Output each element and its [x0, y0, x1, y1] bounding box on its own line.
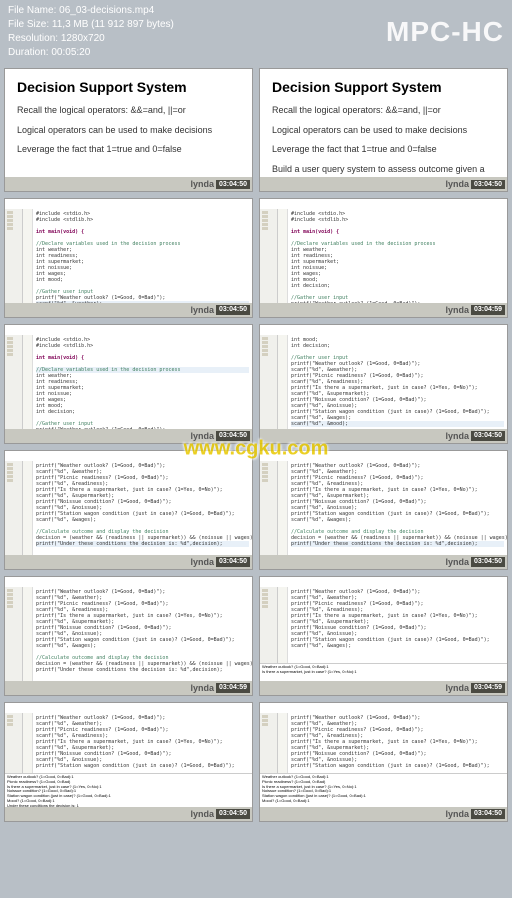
code-area: #include <stdio.h> #include <stdlib.h> i…: [288, 209, 507, 303]
line-gutter: [23, 209, 33, 303]
console-output: Weather outlook? (1=Good, 0=Bad):1 Picni…: [260, 773, 507, 807]
meta-header: File Name: 06_03-decisions.mp4 File Size…: [0, 0, 512, 64]
card-footer: lynda03:04:50: [260, 555, 507, 569]
code-card-1: #include <stdio.h> #include <stdlib.h> i…: [4, 198, 253, 318]
slide-heading: Decision Support System: [272, 79, 495, 95]
slide-text: Recall the logical operators: &&=and, ||…: [17, 105, 240, 117]
card-footer: lynda03:04:59: [5, 681, 252, 695]
card-footer: lynda03:04:50: [5, 303, 252, 317]
slide-text: Logical operators can be used to make de…: [17, 125, 240, 137]
code-area: printf("Weather outlook? (1=Good, 0=Bad)…: [288, 713, 507, 773]
code-area: printf("Weather outlook? (1=Good, 0=Bad)…: [33, 587, 252, 681]
code-card-3: #include <stdio.h> #include <stdlib.h> i…: [4, 324, 253, 444]
code-card-2: #include <stdio.h> #include <stdlib.h> i…: [259, 198, 508, 318]
code-card-7: printf("Weather outlook? (1=Good, 0=Bad)…: [4, 576, 253, 696]
slide-text: Logical operators can be used to make de…: [272, 125, 495, 137]
code-area: printf("Weather outlook? (1=Good, 0=Bad)…: [288, 461, 507, 555]
ide-sidebar: [5, 209, 23, 303]
card-footer: lynda03:04:50: [260, 177, 507, 191]
slide-card-1: Decision Support System Recall the logic…: [4, 68, 253, 192]
file-meta: File Name: 06_03-decisions.mp4 File Size…: [8, 4, 174, 60]
code-card-5: printf("Weather outlook? (1=Good, 0=Bad)…: [4, 450, 253, 570]
app-title: MPC-HC: [386, 16, 504, 48]
code-card-8: printf("Weather outlook? (1=Good, 0=Bad)…: [259, 576, 508, 696]
card-footer: lynda03:04:59: [260, 681, 507, 695]
code-area: #include <stdio.h> #include <stdlib.h> i…: [33, 209, 252, 303]
code-area: printf("Weather outlook? (1=Good, 0=Bad)…: [33, 461, 252, 555]
code-area: printf("Weather outlook? (1=Good, 0=Bad)…: [288, 587, 507, 663]
console-output: Weather outlook? (1=Good, 0=Bad):1 Picni…: [5, 773, 252, 807]
card-footer: lynda03:04:50: [5, 807, 252, 821]
watermark: www.cgku.com: [184, 438, 329, 461]
card-footer: lynda03:04:59: [260, 303, 507, 317]
slide-text: Leverage the fact that 1=true and 0=fals…: [17, 144, 240, 156]
code-card-10: printf("Weather outlook? (1=Good, 0=Bad)…: [259, 702, 508, 822]
console-output: Weather outlook? (1=Good, 0=Bad):1 Is th…: [260, 663, 507, 681]
code-card-4: int mood; int decision; //Gather user in…: [259, 324, 508, 444]
code-area: #include <stdio.h> #include <stdlib.h> i…: [33, 335, 252, 429]
slide-card-2: Decision Support System Recall the logic…: [259, 68, 508, 192]
slide-text: Recall the logical operators: &&=and, ||…: [272, 105, 495, 117]
slide-heading: Decision Support System: [17, 79, 240, 95]
code-area: printf("Weather outlook? (1=Good, 0=Bad)…: [33, 713, 252, 773]
card-footer: lynda03:04:50: [5, 555, 252, 569]
code-card-9: printf("Weather outlook? (1=Good, 0=Bad)…: [4, 702, 253, 822]
code-card-6: printf("Weather outlook? (1=Good, 0=Bad)…: [259, 450, 508, 570]
card-footer: lynda03:04:50: [5, 177, 252, 191]
slide-text: Leverage the fact that 1=true and 0=fals…: [272, 144, 495, 156]
code-area: int mood; int decision; //Gather user in…: [288, 335, 507, 429]
card-footer: lynda03:04:50: [260, 807, 507, 821]
